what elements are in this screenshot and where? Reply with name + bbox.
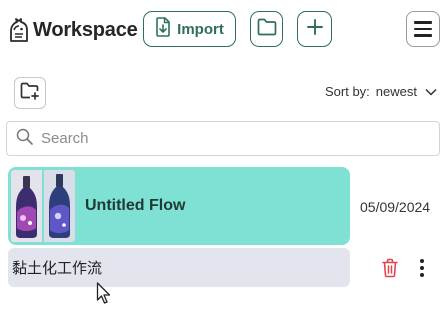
sort-value: newest — [375, 84, 417, 99]
sort-control[interactable]: Sort by: newest — [325, 84, 437, 99]
import-button[interactable]: Import — [143, 11, 236, 47]
trash-icon[interactable] — [380, 257, 400, 279]
folder-name: 黏土化工作流 — [12, 259, 103, 277]
brand-logo-icon — [7, 17, 31, 43]
hamburger-menu-icon[interactable] — [406, 11, 440, 47]
flow-thumbnail — [11, 170, 75, 242]
chevron-down-icon — [425, 84, 437, 99]
mouse-cursor — [96, 282, 112, 306]
search-input[interactable] — [41, 130, 421, 147]
folder-item[interactable]: 黏土化工作流 — [8, 248, 350, 287]
brand[interactable]: Workspace — [7, 14, 138, 46]
search-bar[interactable] — [6, 121, 440, 156]
flow-date: 05/09/2024 — [360, 199, 431, 215]
sort-label: Sort by: — [325, 84, 370, 99]
plus-icon — [306, 18, 324, 41]
import-label: Import — [177, 20, 224, 38]
flow-title: Untitled Flow — [85, 197, 186, 214]
top-bar: Workspace Import — [0, 0, 447, 60]
import-file-icon — [155, 16, 171, 42]
new-folder-icon — [20, 82, 40, 105]
folder-icon — [257, 18, 277, 41]
kebab-menu-icon[interactable] — [415, 256, 429, 280]
brand-name: Workspace — [33, 18, 138, 41]
new-folder-button[interactable] — [14, 77, 46, 109]
flow-card[interactable]: Untitled Flow — [8, 167, 350, 245]
add-button[interactable] — [297, 11, 332, 47]
folder-button[interactable] — [250, 11, 283, 47]
search-icon — [16, 128, 33, 150]
